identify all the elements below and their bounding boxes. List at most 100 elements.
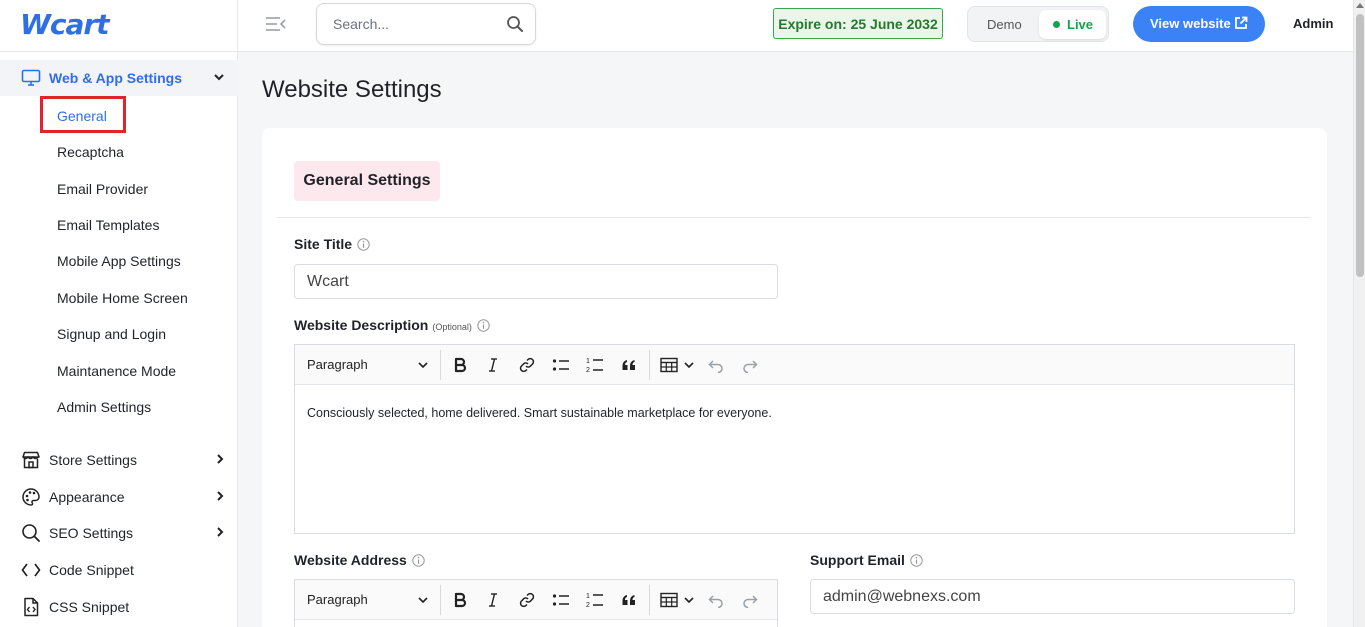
link-icon [519, 592, 535, 608]
palette-icon [22, 488, 40, 506]
search-input[interactable] [333, 14, 503, 34]
mode-demo-option[interactable]: Demo [987, 17, 1022, 32]
description-editor[interactable]: Paragraph 12 Consciously selected, home … [294, 344, 1295, 534]
chevron-right-icon [217, 491, 224, 501]
view-website-button[interactable]: View website [1133, 6, 1265, 42]
table-icon [660, 357, 678, 373]
sidebar-item-store-settings[interactable]: Store Settings [0, 448, 238, 472]
insert-table-button[interactable] [659, 355, 679, 375]
undo-button[interactable] [706, 590, 726, 610]
numbered-list-button[interactable]: 12 [585, 355, 605, 375]
sidebar-item-label: Appearance [49, 489, 125, 505]
toolbar-divider [440, 350, 441, 380]
bold-icon [454, 357, 467, 373]
mode-live-option[interactable]: Live [1039, 10, 1106, 39]
redo-button[interactable] [740, 590, 760, 610]
link-button[interactable] [517, 590, 537, 610]
sidebar-item-mobile-home-screen[interactable]: Mobile Home Screen [57, 290, 188, 306]
insert-table-button[interactable] [659, 590, 679, 610]
sidebar: Wcart Web & App Settings General Recaptc… [0, 0, 238, 627]
sidebar-group-web-app-settings[interactable]: Web & App Settings [0, 60, 238, 96]
block-format-select[interactable]: Paragraph [307, 357, 368, 372]
scrollbar-thumb[interactable] [1356, 14, 1364, 277]
website-address-label: Website Address [294, 552, 425, 568]
toolbar-divider [440, 585, 441, 615]
quote-icon [622, 595, 635, 605]
italic-button[interactable] [483, 590, 503, 610]
search-icon[interactable] [506, 15, 524, 33]
svg-text:2: 2 [586, 602, 590, 609]
redo-button[interactable] [740, 355, 760, 375]
numbered-list-button[interactable]: 12 [585, 590, 605, 610]
undo-icon [708, 360, 723, 373]
toolbar-divider [649, 585, 650, 615]
chevron-down-icon [214, 74, 224, 81]
menu-collapse-icon[interactable] [265, 14, 287, 34]
undo-icon [708, 595, 723, 608]
chevron-down-icon[interactable] [684, 361, 694, 369]
live-status-dot [1053, 21, 1060, 28]
chevron-down-icon[interactable] [418, 361, 428, 369]
bold-icon [454, 592, 467, 608]
sidebar-item-mobile-app-settings[interactable]: Mobile App Settings [57, 253, 181, 269]
scroll-up-arrow-icon[interactable] [1356, 3, 1364, 8]
bold-button[interactable] [450, 355, 470, 375]
svg-text:1: 1 [586, 358, 590, 365]
info-icon[interactable] [477, 318, 490, 332]
editor-toolbar: Paragraph 12 [295, 580, 777, 620]
undo-button[interactable] [706, 355, 726, 375]
info-icon[interactable] [412, 553, 425, 567]
bold-button[interactable] [450, 590, 470, 610]
site-title-input[interactable] [294, 264, 778, 299]
website-description-label: Website Description (Optional) [294, 317, 490, 333]
user-menu[interactable]: Admin [1293, 16, 1333, 31]
sidebar-item-admin-settings[interactable]: Admin Settings [57, 399, 151, 415]
mode-toggle[interactable]: Demo Live [967, 6, 1109, 42]
link-button[interactable] [517, 355, 537, 375]
italic-button[interactable] [483, 355, 503, 375]
mode-live-label: Live [1067, 17, 1094, 32]
blockquote-button[interactable] [619, 590, 639, 610]
file-code-icon [24, 597, 39, 617]
sidebar-item-email-provider[interactable]: Email Provider [57, 181, 148, 197]
sidebar-item-recaptcha[interactable]: Recaptcha [57, 144, 124, 160]
sidebar-item-maintenance-mode[interactable]: Maintanence Mode [57, 363, 176, 379]
chevron-down-icon[interactable] [418, 596, 428, 604]
external-link-icon [1235, 16, 1248, 29]
optional-tag: (Optional) [432, 321, 472, 332]
svg-text:2: 2 [586, 367, 590, 374]
chevron-down-icon[interactable] [684, 596, 694, 604]
page-title: Website Settings [262, 76, 442, 103]
site-title-label: Site Title [294, 236, 370, 252]
editor-content[interactable]: Consciously selected, home delivered. Sm… [307, 406, 772, 420]
blockquote-button[interactable] [619, 355, 639, 375]
italic-icon [489, 358, 497, 372]
table-icon [660, 592, 678, 608]
sidebar-item-appearance[interactable]: Appearance [0, 485, 238, 509]
link-icon [519, 357, 535, 373]
info-icon[interactable] [357, 237, 370, 251]
sidebar-item-label: CSS Snippet [49, 599, 130, 615]
sidebar-header-divider [0, 51, 238, 52]
support-email-input[interactable] [810, 579, 1295, 614]
info-icon[interactable] [910, 553, 923, 567]
sidebar-item-label: Store Settings [49, 452, 137, 468]
bulleted-list-button[interactable] [551, 590, 571, 610]
address-editor[interactable]: Paragraph 12 [294, 579, 778, 627]
bulleted-list-icon [552, 594, 569, 606]
sidebar-item-css-snippet[interactable]: CSS Snippet [0, 595, 238, 619]
page-scrollbar[interactable] [1353, 0, 1365, 627]
logo[interactable]: Wcart [20, 6, 110, 42]
search-box[interactable] [316, 3, 536, 45]
monitor-icon [21, 69, 41, 86]
bulleted-list-button[interactable] [551, 355, 571, 375]
sidebar-item-general[interactable]: General [57, 108, 107, 124]
sidebar-item-seo-settings[interactable]: SEO Settings [0, 521, 238, 545]
expire-badge: Expire on: 25 June 2032 [773, 8, 943, 39]
sidebar-item-email-templates[interactable]: Email Templates [57, 217, 159, 233]
sidebar-item-code-snippet[interactable]: Code Snippet [0, 558, 238, 582]
block-format-select[interactable]: Paragraph [307, 592, 368, 607]
sidebar-group-label: Web & App Settings [49, 70, 182, 86]
support-email-label-text: Support Email [810, 552, 905, 568]
sidebar-item-signup-login[interactable]: Signup and Login [57, 326, 166, 342]
